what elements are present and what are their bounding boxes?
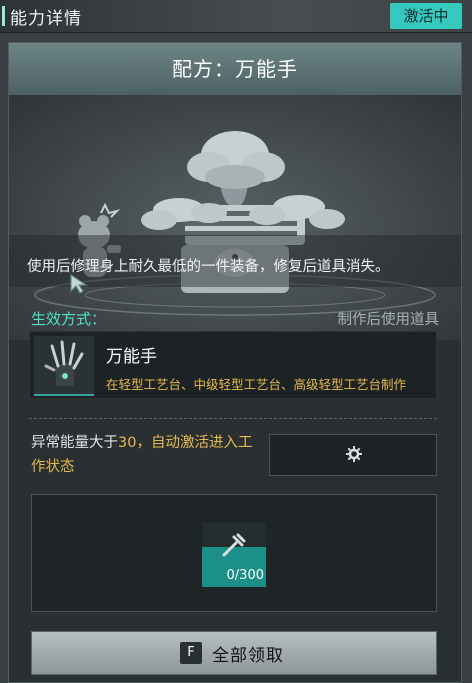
- recipe-panel: 配方：万能手 使用后修理身上耐久最低的一件装备，修复后道具消失。 生效方式： 制…: [8, 42, 462, 683]
- item-card[interactable]: 万能手 在轻型工艺台、中级轻型工艺台、高级轻型工艺台制作: [29, 331, 437, 399]
- output-slot[interactable]: 0/300: [202, 523, 266, 587]
- activation-condition: 异常能量大于30，自动激活进入工作状态: [31, 431, 261, 479]
- item-name: 万能手: [106, 347, 157, 367]
- tool-icon: [222, 533, 246, 557]
- divider: [29, 418, 437, 419]
- gear-icon: [346, 446, 362, 462]
- output-slot-area: 0/300: [31, 494, 437, 612]
- condition-value: 30: [118, 435, 137, 451]
- tool-icon: [44, 340, 84, 386]
- claim-all-button[interactable]: F 全部领取: [31, 631, 437, 675]
- item-thumbnail: [34, 336, 94, 396]
- claim-all-label: 全部领取: [212, 646, 284, 666]
- item-source: 在轻型工艺台、中级轻型工艺台、高级轻型工艺台制作: [106, 377, 407, 392]
- effect-label: 生效方式：: [31, 310, 107, 328]
- cursor-icon: [70, 273, 88, 294]
- top-bar: 能力详情 激活中: [0, 0, 472, 33]
- condition-prefix: 异常能量大于: [31, 435, 118, 451]
- status-badge: 激活中: [390, 3, 462, 29]
- slot-count: 0/300: [226, 568, 264, 583]
- bonsai-illustration: [9, 95, 461, 340]
- effect-value: 制作后使用道具: [337, 312, 440, 328]
- title-accent: [2, 6, 5, 26]
- settings-slot[interactable]: [269, 434, 437, 476]
- key-hint: F: [180, 642, 202, 664]
- page-title: 能力详情: [10, 9, 82, 29]
- recipe-title: 配方：万能手: [9, 43, 461, 95]
